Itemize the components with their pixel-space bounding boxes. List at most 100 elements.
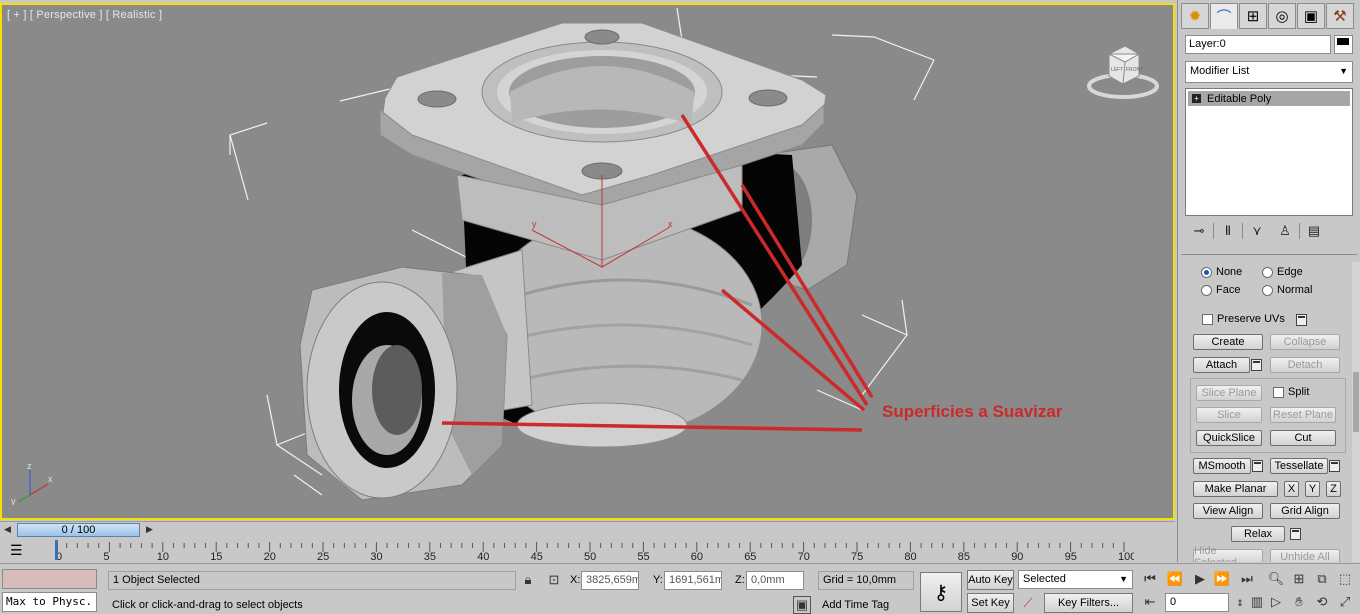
- create-button[interactable]: Create: [1193, 334, 1263, 350]
- object-name-field[interactable]: Layer:0: [1185, 35, 1331, 54]
- maxscript-listener-input[interactable]: Max to Physc.: [2, 592, 97, 612]
- attach-list-button[interactable]: [1251, 359, 1262, 371]
- radio-edge[interactable]: Edge: [1262, 266, 1303, 278]
- relax-button[interactable]: Relax: [1231, 526, 1285, 542]
- split-checkbox[interactable]: Split: [1273, 386, 1309, 398]
- grid-align-button[interactable]: Grid Align: [1270, 503, 1340, 519]
- time-slider[interactable]: ◀ 0 / 100 ▶: [0, 521, 1175, 538]
- add-time-tag[interactable]: Add Time Tag: [822, 599, 889, 611]
- create-tab-icon[interactable]: ✹: [1181, 3, 1209, 29]
- set-key-button[interactable]: Set Key: [967, 593, 1014, 613]
- slice-button[interactable]: Slice: [1196, 407, 1262, 423]
- detach-button[interactable]: Detach: [1270, 357, 1340, 373]
- previous-frame-icon[interactable]: ⏪: [1165, 569, 1185, 589]
- configure-sets-icon[interactable]: ▤: [1300, 223, 1328, 239]
- radio-dot[interactable]: [1201, 284, 1212, 296]
- stack-item-editable-poly[interactable]: + Editable Poly: [1188, 91, 1350, 106]
- track-bar[interactable]: ☰ 0 5 10 15 20 25 30 35 40 45 50 55 60 65 70 75 80 85 90 95…: [0, 538, 1175, 562]
- time-tag-icon[interactable]: ▣: [793, 596, 811, 614]
- next-frame-icon[interactable]: ⏩: [1212, 569, 1232, 589]
- scrollbar-thumb[interactable]: [1353, 372, 1359, 432]
- pin-stack-icon[interactable]: ⊸: [1185, 223, 1213, 239]
- go-to-start-icon[interactable]: ⏮: [1140, 569, 1160, 589]
- field-of-view-icon[interactable]: ▷: [1266, 592, 1286, 612]
- current-frame-field[interactable]: 0: [1165, 593, 1229, 612]
- y-coord-field[interactable]: 1691,561m: [664, 571, 722, 590]
- perspective-viewport[interactable]: y x [ + ] [ Perspective ] [ Realistic ] …: [0, 3, 1175, 520]
- maximize-viewport-icon[interactable]: ⤢: [1335, 592, 1355, 612]
- object-color-swatch[interactable]: [1334, 35, 1353, 54]
- play-icon[interactable]: ▶: [1190, 569, 1210, 589]
- planar-z-button[interactable]: Z: [1326, 481, 1341, 497]
- status-bar: Max to Physc. 1 Object Selected Click or…: [0, 563, 1360, 614]
- modifier-stack[interactable]: + Editable Poly: [1185, 88, 1353, 216]
- show-end-result-icon[interactable]: Ⅱ: [1214, 223, 1242, 239]
- remove-modifier-icon[interactable]: ♙: [1271, 223, 1299, 239]
- motion-tab-icon[interactable]: ◎: [1268, 3, 1296, 29]
- radio-dot[interactable]: [1262, 284, 1273, 296]
- key-set-dropdown[interactable]: Selected ▼: [1018, 570, 1133, 589]
- collapse-button[interactable]: Collapse: [1270, 334, 1340, 350]
- z-coord-field[interactable]: 0,0mm: [746, 571, 804, 590]
- make-planar-button[interactable]: Make Planar: [1193, 481, 1278, 497]
- radio-dot[interactable]: [1201, 266, 1212, 278]
- view-align-button[interactable]: View Align: [1193, 503, 1263, 519]
- preserve-uvs-checkbox[interactable]: Preserve UVs: [1202, 313, 1285, 325]
- reset-plane-button[interactable]: Reset Plane: [1270, 407, 1336, 423]
- time-configuration-icon[interactable]: ▥: [1247, 592, 1267, 612]
- radio-face[interactable]: Face: [1201, 284, 1240, 296]
- orbit-icon[interactable]: ⟲: [1312, 592, 1332, 612]
- mini-curve-editor-icon[interactable]: ☰: [10, 542, 23, 559]
- relax-settings-button[interactable]: [1290, 528, 1301, 540]
- hide-selected-button[interactable]: Hide Selected: [1193, 545, 1263, 562]
- modifier-list-dropdown[interactable]: Modifier List ▼: [1185, 61, 1353, 83]
- hierarchy-tab-icon[interactable]: ⊞: [1239, 3, 1267, 29]
- checkbox-box[interactable]: [1202, 313, 1213, 325]
- zoom-extents-all-icon[interactable]: ⬚: [1335, 569, 1355, 589]
- attach-button[interactable]: Attach: [1193, 357, 1250, 373]
- expand-icon[interactable]: +: [1192, 94, 1201, 103]
- tessellate-button[interactable]: Tessellate: [1270, 458, 1328, 474]
- viewport-label[interactable]: [ + ] [ Perspective ] [ Realistic ]: [7, 9, 162, 21]
- key-mode-toggle-icon[interactable]: ⇤: [1140, 592, 1160, 612]
- unhide-all-button[interactable]: Unhide All: [1270, 549, 1340, 562]
- current-frame-marker[interactable]: [55, 540, 58, 560]
- next-frame-icon[interactable]: ▶: [146, 524, 153, 535]
- auto-key-button[interactable]: Auto Key: [967, 570, 1014, 590]
- quickslice-button[interactable]: QuickSlice: [1196, 430, 1262, 446]
- utilities-tab-icon[interactable]: ⚒: [1326, 3, 1354, 29]
- time-slider-thumb[interactable]: 0 / 100: [17, 523, 140, 537]
- radio-none[interactable]: None: [1201, 266, 1242, 278]
- msmooth-button[interactable]: MSmooth: [1193, 458, 1251, 474]
- absolute-mode-icon[interactable]: ⊡: [544, 570, 564, 590]
- tessellate-settings-button[interactable]: [1329, 460, 1340, 472]
- planar-y-button[interactable]: Y: [1305, 481, 1320, 497]
- slice-plane-button[interactable]: Slice Plane: [1196, 385, 1262, 401]
- modify-tab-icon[interactable]: ⌒: [1210, 3, 1238, 29]
- frame-ruler[interactable]: 0 5 10 15 20 25 30 35 40 45 50 55 60 65 70 75 80 85 90 95 10…: [54, 540, 1134, 560]
- pan-icon[interactable]: ✋︎: [1289, 592, 1309, 612]
- set-key-mode-icon[interactable]: ⚷: [920, 572, 962, 612]
- x-coord-field[interactable]: 3825,659m: [581, 571, 639, 590]
- checkbox-box[interactable]: [1273, 386, 1284, 398]
- cut-button[interactable]: Cut: [1270, 430, 1336, 446]
- key-filters-button[interactable]: Key Filters...: [1044, 593, 1133, 613]
- preserve-uvs-settings-button[interactable]: [1296, 314, 1307, 326]
- radio-dot[interactable]: [1262, 266, 1273, 278]
- default-tangent-icon[interactable]: ⟋: [1018, 593, 1038, 613]
- make-unique-icon[interactable]: ⋎: [1243, 223, 1271, 239]
- go-to-end-icon[interactable]: ⏭: [1237, 569, 1257, 589]
- zoom-extents-icon[interactable]: ⧉: [1312, 569, 1332, 589]
- msmooth-settings-button[interactable]: [1252, 460, 1263, 472]
- maxscript-listener-output[interactable]: [2, 569, 97, 589]
- prev-frame-icon[interactable]: ◀: [4, 524, 11, 535]
- viewcube-icon[interactable]: LEFT FRONT: [1087, 42, 1159, 100]
- lock-icon[interactable]: 🔒︎: [518, 570, 538, 590]
- zoom-all-icon[interactable]: ⊞: [1289, 569, 1309, 589]
- radio-normal[interactable]: Normal: [1262, 284, 1312, 296]
- preserve-uvs-label: Preserve UVs: [1217, 313, 1285, 325]
- display-tab-icon[interactable]: ▣: [1297, 3, 1325, 29]
- planar-x-button[interactable]: X: [1284, 481, 1299, 497]
- zoom-icon[interactable]: 🔍︎: [1266, 569, 1286, 589]
- command-panel-scrollbar[interactable]: [1352, 262, 1360, 562]
